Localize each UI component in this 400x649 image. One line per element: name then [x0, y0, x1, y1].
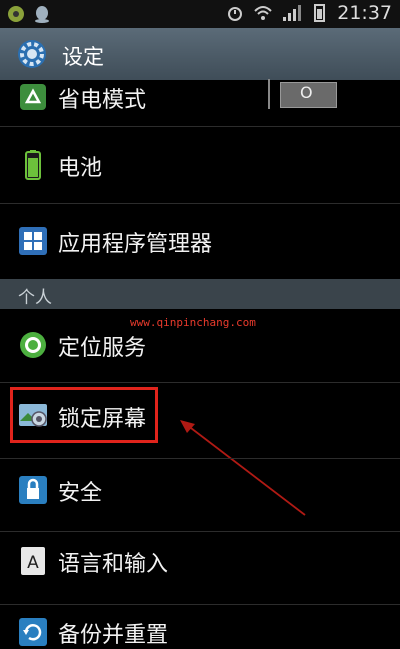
security-label: 安全: [58, 481, 103, 506]
wifi-icon: [254, 6, 272, 20]
status-bar: 21:37: [0, 0, 400, 28]
status-time: 21:37: [337, 2, 392, 24]
power-saving-toggle[interactable]: O: [268, 79, 390, 109]
grid-icon: [19, 227, 47, 255]
battery-label: 电池: [58, 156, 103, 181]
lock-icon: [19, 476, 47, 504]
app-manager-item[interactable]: 应用程序管理器: [0, 204, 400, 278]
language-icon: A: [21, 547, 45, 575]
qq-icon: [35, 6, 49, 23]
language-input-label: 语言和输入: [58, 552, 169, 577]
section-header-personal: 个人: [0, 279, 400, 309]
battery-status-icon: [25, 150, 41, 180]
highlight-box: [10, 387, 158, 443]
toggle-knob: O: [280, 82, 337, 108]
page-title: 设定: [62, 45, 104, 69]
location-icon: [20, 332, 46, 358]
power-saving-label: 省电模式: [58, 88, 147, 113]
location-item[interactable]: 定位服务: [0, 310, 400, 382]
security-item[interactable]: 安全: [0, 459, 400, 531]
svg-text:A: A: [27, 553, 39, 573]
language-input-item[interactable]: A 语言和输入: [0, 532, 400, 604]
alarm-icon: [228, 7, 243, 21]
backup-reset-item[interactable]: 备份并重置: [0, 605, 400, 648]
recycle-icon: [20, 84, 46, 110]
app-manager-label: 应用程序管理器: [58, 232, 213, 257]
location-label: 定位服务: [58, 336, 147, 361]
app-notification-icon: [8, 6, 24, 22]
signal-icon: [283, 5, 302, 21]
battery-icon: [314, 4, 326, 22]
header: 设定: [0, 28, 400, 80]
gear-icon[interactable]: [14, 36, 50, 72]
battery-item[interactable]: 电池: [0, 127, 400, 203]
backup-reset-label: 备份并重置: [58, 623, 169, 648]
